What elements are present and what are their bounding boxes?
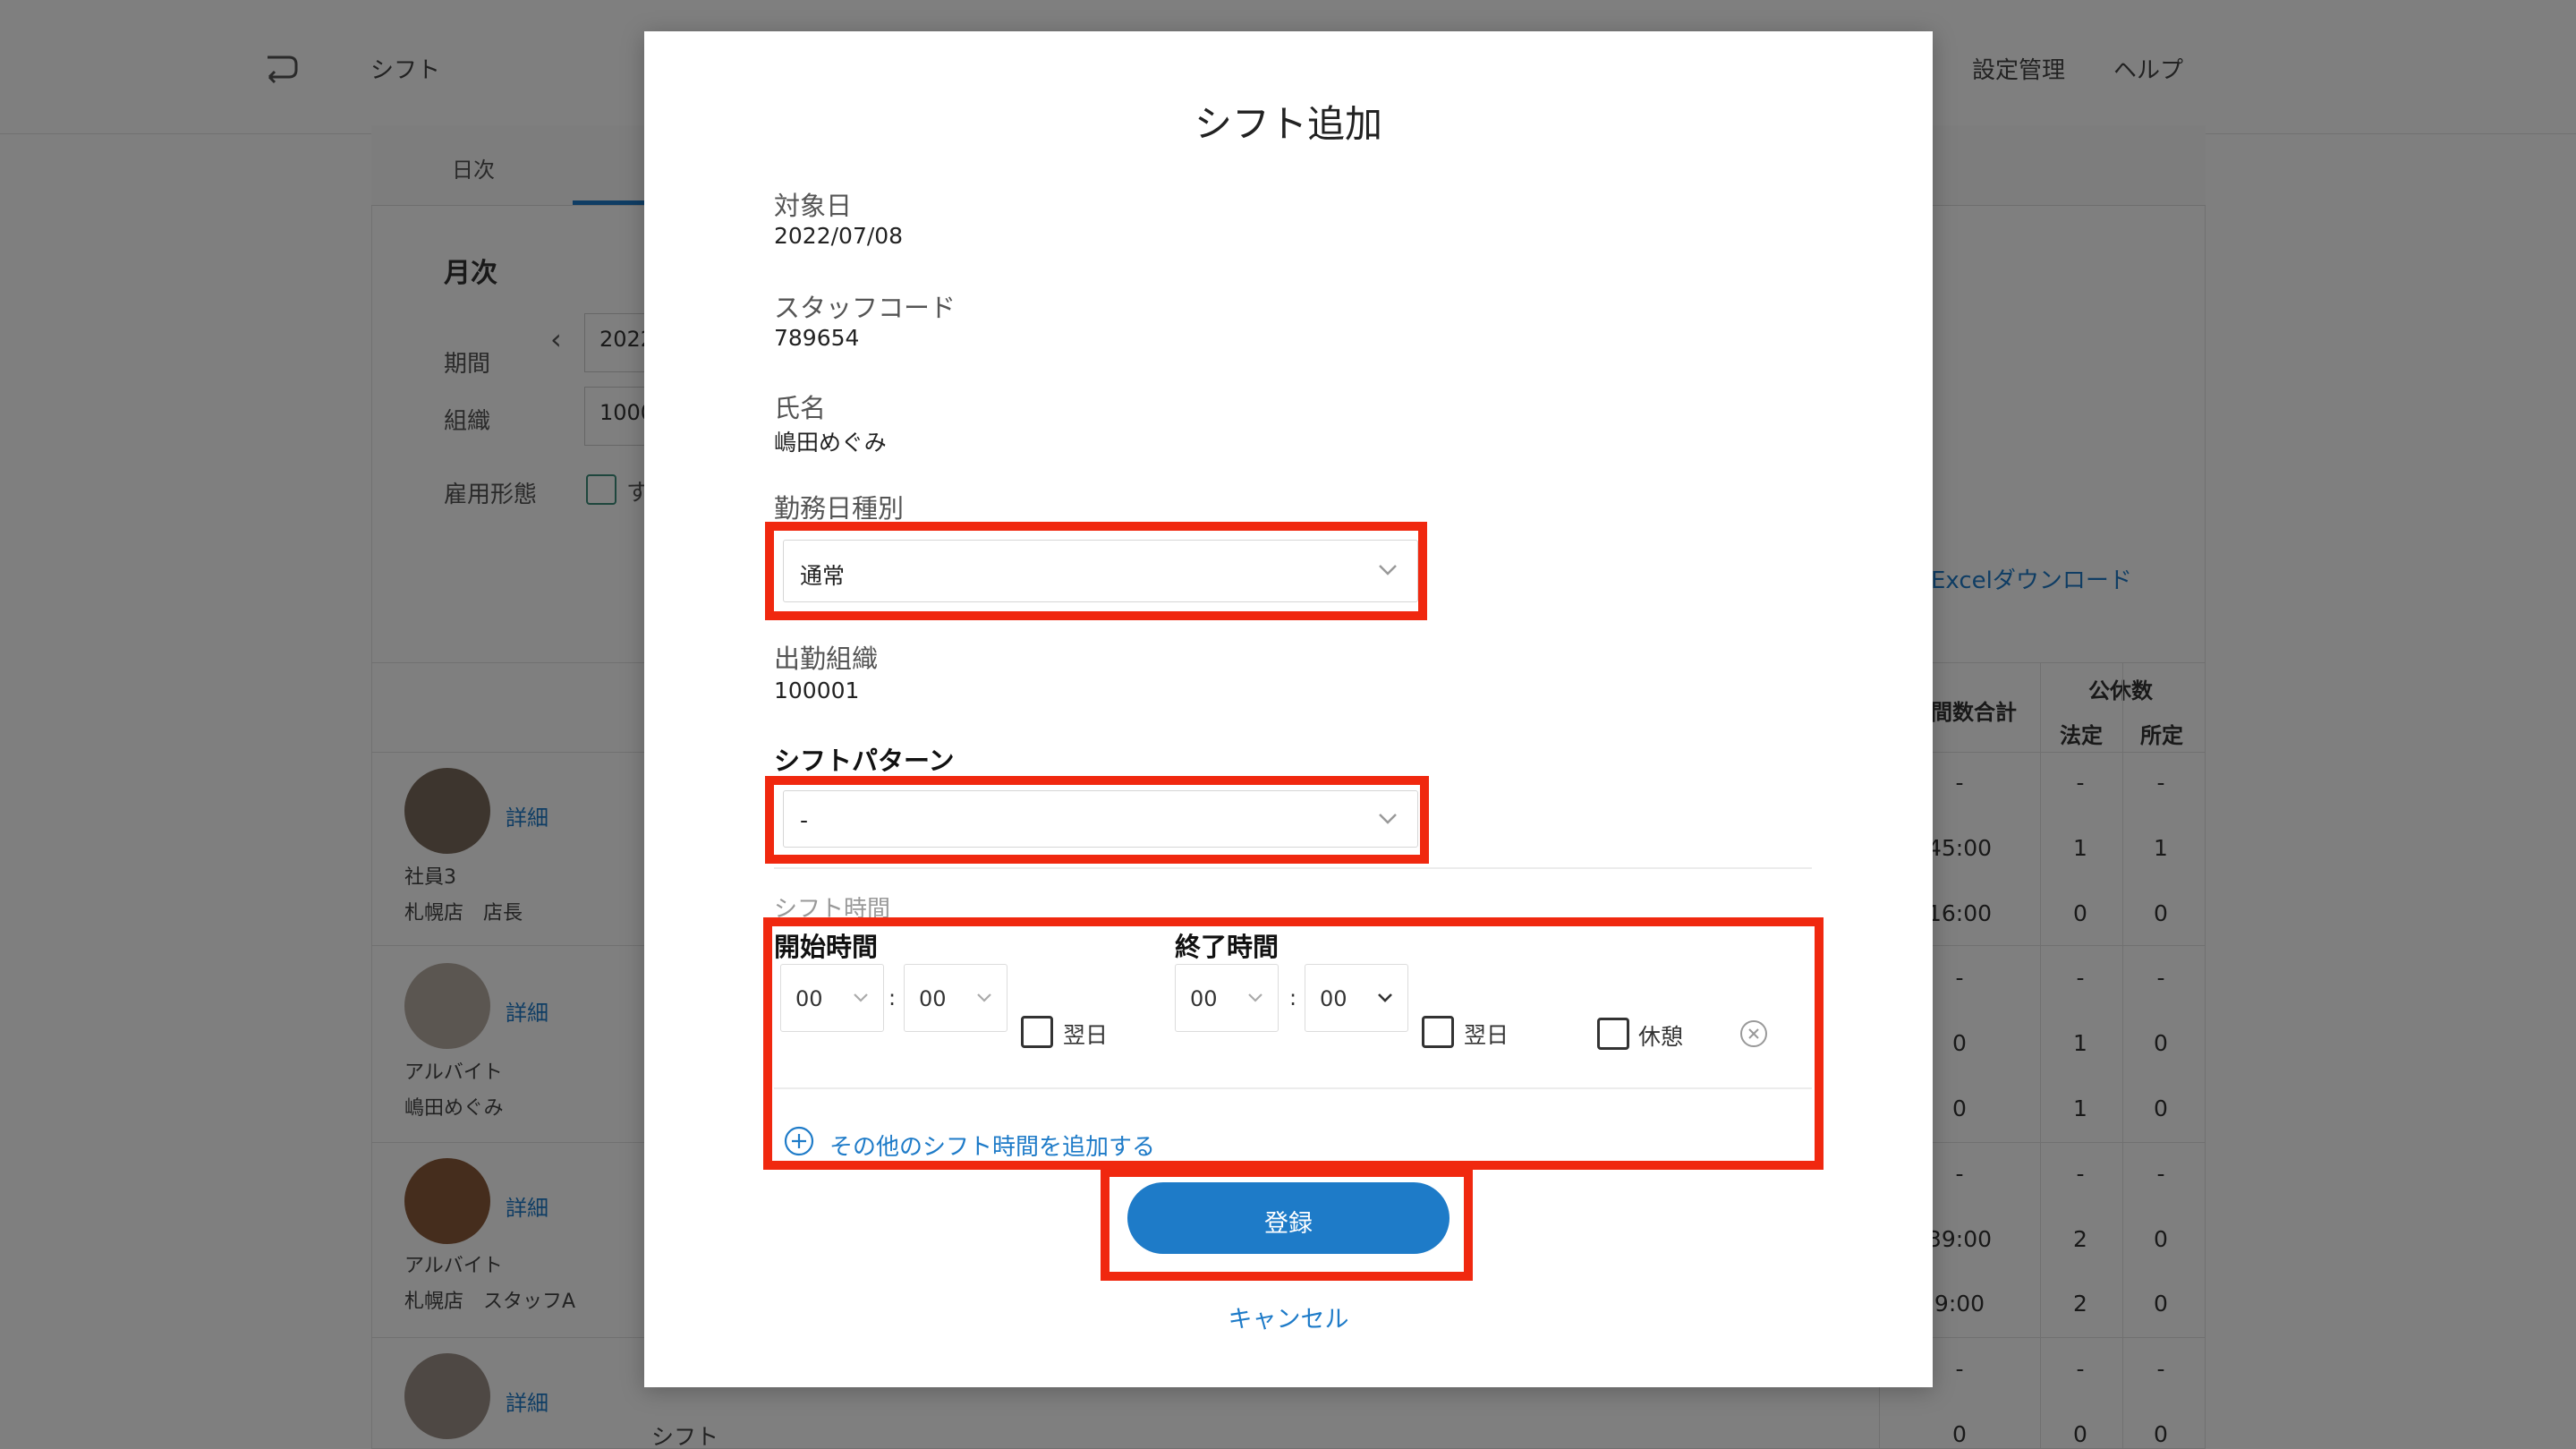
start-minute-value: 00 bbox=[919, 986, 947, 1011]
modal-title: シフト追加 bbox=[1194, 102, 1382, 146]
add-shift-time-label: その他のシフト時間を追加する bbox=[829, 1134, 1156, 1161]
submit-button[interactable]: 登録 bbox=[1127, 1182, 1450, 1254]
chevron-down-icon bbox=[854, 993, 868, 1002]
staff-code-label: スタッフコード bbox=[774, 293, 956, 323]
chevron-down-icon bbox=[1248, 993, 1262, 1002]
name-label: 氏名 bbox=[774, 393, 827, 423]
time-colon: : bbox=[888, 985, 897, 1010]
target-date-value: 2022/07/08 bbox=[774, 223, 904, 249]
break-label: 休憩 bbox=[1638, 1024, 1684, 1050]
target-date-label: 対象日 bbox=[774, 191, 853, 221]
staff-code-value: 789654 bbox=[774, 325, 860, 351]
start-next-day-label: 翌日 bbox=[1063, 1022, 1109, 1048]
add-shift-modal: シフト追加 対象日 2022/07/08 スタッフコード 789654 氏名 嶋… bbox=[644, 31, 1933, 1387]
cancel-button[interactable]: キャンセル bbox=[644, 1300, 1933, 1334]
plus-circle-icon bbox=[784, 1126, 814, 1156]
end-minute-select[interactable]: 00 bbox=[1305, 964, 1408, 1032]
workday-type-label: 勤務日種別 bbox=[774, 493, 905, 524]
chevron-down-icon bbox=[977, 993, 991, 1002]
remove-time-icon[interactable] bbox=[1739, 1019, 1769, 1049]
end-hour-value: 00 bbox=[1190, 986, 1218, 1011]
workday-type-select[interactable]: 通常 bbox=[783, 540, 1418, 602]
start-minute-select[interactable]: 00 bbox=[904, 964, 1007, 1032]
divider bbox=[774, 1087, 1812, 1089]
end-hour-select[interactable]: 00 bbox=[1175, 964, 1279, 1032]
divider bbox=[774, 867, 1812, 869]
shift-pattern-label: シフトパターン bbox=[774, 746, 955, 776]
start-hour-select[interactable]: 00 bbox=[780, 964, 884, 1032]
end-minute-value: 00 bbox=[1320, 986, 1348, 1011]
submit-label: 登録 bbox=[1264, 1210, 1313, 1237]
break-checkbox[interactable] bbox=[1597, 1018, 1629, 1050]
end-next-day-label: 翌日 bbox=[1464, 1022, 1509, 1048]
start-next-day-checkbox[interactable] bbox=[1021, 1016, 1053, 1048]
name-value: 嶋田めぐみ bbox=[774, 430, 887, 456]
org-label: 出勤組織 bbox=[774, 644, 879, 674]
workday-type-value: 通常 bbox=[800, 563, 846, 589]
shift-pattern-value: - bbox=[800, 807, 809, 833]
shift-pattern-select[interactable]: - bbox=[783, 790, 1418, 848]
end-next-day-checkbox[interactable] bbox=[1422, 1016, 1454, 1048]
chevron-down-icon bbox=[1379, 814, 1397, 824]
time-colon: : bbox=[1289, 985, 1297, 1010]
chevron-down-icon bbox=[1378, 993, 1392, 1002]
chevron-down-icon bbox=[1379, 565, 1397, 575]
start-hour-value: 00 bbox=[795, 986, 823, 1011]
start-time-label: 開始時間 bbox=[774, 932, 879, 962]
end-time-label: 終了時間 bbox=[1175, 932, 1279, 962]
org-value: 100001 bbox=[774, 678, 860, 703]
